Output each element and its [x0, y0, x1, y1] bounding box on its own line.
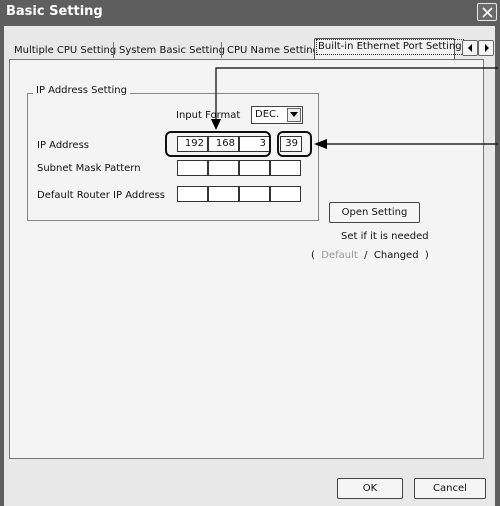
legend-slash: / — [364, 250, 368, 261]
legend-default: Default — [321, 250, 358, 261]
legend-open-paren: ( — [311, 250, 315, 261]
open-setting-note: Set if it is needed — [341, 231, 429, 242]
callout-arrow-to-host-part — [314, 139, 498, 149]
legend-changed: Changed — [373, 250, 419, 261]
setting-status-legend: ( Default / Changed ) — [311, 250, 429, 261]
ok-button[interactable]: OK — [337, 478, 403, 499]
cancel-button[interactable]: Cancel — [414, 478, 486, 499]
open-setting-button[interactable]: Open Setting — [329, 202, 420, 223]
callout-arrow-to-network-part — [211, 67, 498, 130]
legend-close-paren: ) — [424, 250, 429, 261]
